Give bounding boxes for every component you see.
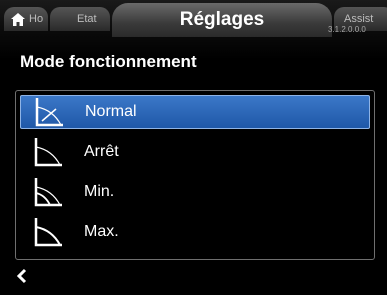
option-label: Normal — [85, 103, 137, 120]
tab-assist-label: Assist — [344, 13, 374, 25]
option-arret[interactable]: Arrêt — [20, 135, 370, 169]
tab-etat-label: Etat — [77, 13, 97, 25]
menu-version-number: 3.1.2.0.0.0 — [328, 25, 366, 34]
option-label: Min. — [84, 183, 115, 200]
stop-curve-icon — [34, 138, 62, 167]
tab-home[interactable]: Ho — [4, 7, 48, 31]
tab-home-label: Ho — [29, 13, 44, 25]
options-list: Normal Arrêt Min. Max. — [15, 90, 375, 260]
option-normal[interactable]: Normal — [20, 95, 370, 129]
tab-bar: Ho Etat Réglages Assist 3.1.2.0.0.0 — [0, 0, 387, 40]
option-label: Max. — [84, 223, 119, 240]
page-title: Mode fonctionnement — [20, 52, 197, 71]
max-curve-icon — [34, 218, 62, 247]
min-curve-icon — [34, 178, 62, 207]
home-icon — [11, 12, 25, 26]
screen: Ho Etat Réglages Assist 3.1.2.0.0.0 Mode… — [0, 0, 387, 295]
tab-reglages-label: Réglages — [179, 9, 265, 30]
option-min[interactable]: Min. — [20, 175, 370, 209]
tab-etat[interactable]: Etat — [50, 7, 110, 31]
option-label: Arrêt — [84, 143, 119, 160]
option-max[interactable]: Max. — [20, 215, 370, 249]
normal-curve-icon — [35, 98, 63, 127]
tab-reglages[interactable]: Réglages — [112, 3, 332, 37]
back-arrow-icon[interactable] — [16, 268, 28, 284]
